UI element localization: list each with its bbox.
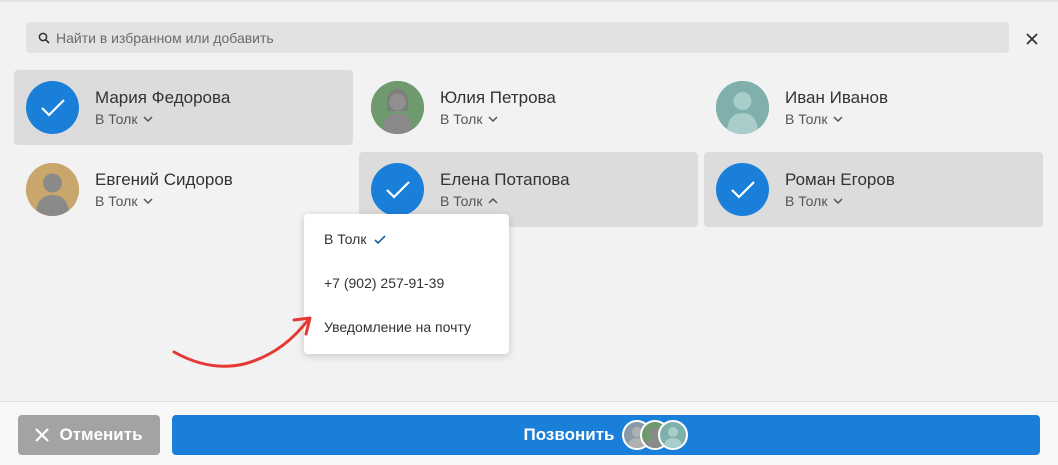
contact-name: Мария Федорова bbox=[95, 87, 231, 107]
channel-label: В Толк bbox=[440, 192, 483, 209]
footer-bar: Отменить Позвонить bbox=[0, 401, 1058, 465]
chevron-down-icon bbox=[488, 115, 498, 122]
contact-name: Роман Егоров bbox=[785, 169, 895, 189]
selected-avatars bbox=[622, 420, 689, 450]
search-input[interactable] bbox=[56, 29, 956, 46]
channel-label: В Толк bbox=[95, 192, 138, 209]
person-avatar bbox=[658, 420, 689, 450]
search-bar[interactable] bbox=[26, 22, 1009, 53]
contact-name: Юлия Петрова bbox=[440, 87, 556, 107]
cancel-button[interactable]: Отменить bbox=[18, 415, 160, 455]
close-icon bbox=[35, 428, 50, 442]
channel-label: В Толк bbox=[785, 192, 828, 209]
cancel-label: Отменить bbox=[59, 425, 143, 444]
check-icon bbox=[716, 163, 769, 216]
contact-card-ivan[interactable]: Иван Иванов В Толк bbox=[704, 70, 1043, 145]
person-avatar bbox=[716, 81, 769, 134]
channel-select[interactable]: В Толк bbox=[440, 193, 498, 209]
option-label: +7 (902) 257-91-39 bbox=[324, 275, 445, 291]
channel-select[interactable]: В Толк bbox=[95, 111, 153, 127]
channel-select[interactable]: В Толк bbox=[95, 193, 153, 209]
channel-label: В Толк bbox=[785, 110, 828, 127]
option-label: Уведомление на почту bbox=[324, 319, 471, 335]
contact-name: Елена Потапова bbox=[440, 169, 570, 189]
dropdown-option-phone[interactable]: +7 (902) 257-91-39 bbox=[324, 275, 444, 291]
person-avatar bbox=[371, 81, 424, 134]
contact-card-roman[interactable]: Роман Егоров В Толк bbox=[704, 152, 1043, 227]
close-icon[interactable] bbox=[1022, 29, 1042, 49]
channel-select[interactable]: В Толк bbox=[440, 111, 498, 127]
person-avatar bbox=[26, 163, 79, 216]
chevron-down-icon bbox=[833, 197, 843, 204]
chevron-down-icon bbox=[143, 115, 153, 122]
channel-label: В Толк bbox=[95, 110, 138, 127]
channel-label: В Толк bbox=[440, 110, 483, 127]
annotation-arrow-icon bbox=[172, 316, 312, 368]
contact-name: Иван Иванов bbox=[785, 87, 889, 107]
check-icon bbox=[26, 81, 79, 134]
chevron-down-icon bbox=[143, 197, 153, 204]
channel-select[interactable]: В Толк bbox=[785, 193, 843, 209]
contact-card-maria[interactable]: Мария Федорова В Толк bbox=[14, 70, 353, 145]
top-divider bbox=[0, 0, 1058, 2]
chevron-up-icon bbox=[488, 197, 498, 204]
call-label: Позвонить bbox=[523, 425, 615, 444]
call-button[interactable]: Позвонить bbox=[172, 415, 1040, 455]
contact-card-evgeny[interactable]: Евгений Сидоров В Толк bbox=[14, 152, 353, 227]
channel-dropdown: В Толк +7 (902) 257-91-39 Уведомление на… bbox=[304, 214, 509, 354]
search-icon bbox=[36, 30, 52, 46]
dropdown-option-email[interactable]: Уведомление на почту bbox=[324, 319, 471, 335]
option-label: В Толк bbox=[324, 231, 367, 247]
chevron-down-icon bbox=[833, 115, 843, 122]
contact-card-yulia[interactable]: Юлия Петрова В Толк bbox=[359, 70, 698, 145]
dropdown-option-vtolk[interactable]: В Толк bbox=[324, 231, 387, 247]
check-icon bbox=[371, 163, 424, 216]
channel-select[interactable]: В Толк bbox=[785, 111, 843, 127]
contact-name: Евгений Сидоров bbox=[95, 169, 233, 189]
checkmark-icon bbox=[374, 234, 387, 244]
